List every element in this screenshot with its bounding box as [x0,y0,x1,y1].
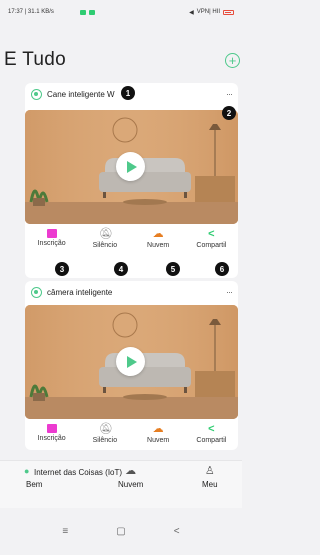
system-navigation: ≡ ▢ < [0,508,242,555]
nav-item-nuvem[interactable]: ☁ Nuvem [118,465,143,489]
bell-mute-icon: 🔕︎ [98,423,113,435]
device-name[interactable]: câmera inteligente [47,288,226,297]
subscription-action[interactable]: Inscrição [25,224,78,254]
cloud-action[interactable]: ☁ Nuvem [132,224,185,254]
camera-preview[interactable] [25,305,238,419]
marker-3: 3 [55,262,69,276]
action-label: Compartil [196,242,227,249]
bell-mute-icon: 🔕︎ [98,228,113,240]
more-options-button[interactable]: ··· [226,89,233,99]
subscription-action[interactable]: Inscrição [25,419,78,449]
person-icon: ♙ [204,465,215,477]
marker-5: 5 [166,262,180,276]
action-label: Silêncio [92,437,118,444]
share-icon: < [208,228,215,240]
plus-circle-icon: + [228,52,237,68]
notification-icons [80,9,95,15]
device-card[interactable]: câmera inteligente ··· Inscrição 🔕︎ Silê… [25,281,238,450]
card-header: câmera inteligente ··· [25,281,238,303]
marker-4: 4 [114,262,128,276]
page-title: E Tudo [4,49,67,70]
share-icon: < [208,423,215,435]
play-button[interactable] [116,347,145,376]
play-button[interactable] [116,152,145,181]
mute-action[interactable]: 🔕︎ Silêncio [78,224,131,254]
status-right: ◀ VPN| HII [189,9,234,16]
subscription-icon [46,424,57,433]
cloud-icon: ☁ [125,465,137,477]
camera-preview[interactable] [25,110,238,224]
card-actions: Inscrição 🔕︎ Silêncio ☁ Nuvem < Comparti… [25,224,238,254]
nav-label-bem: Bem [26,480,43,489]
share-action[interactable]: < Compartil [185,224,238,254]
location-icon: ◀ [189,9,194,16]
subscription-icon [46,229,57,238]
battery-icon [223,9,234,15]
menu-icon[interactable]: ≡ [62,526,68,537]
more-options-button[interactable]: ··· [226,287,233,297]
mute-action[interactable]: 🔕︎ Silêncio [78,419,131,449]
cloud-icon: ☁ [152,228,164,240]
marker-6: 6 [215,262,229,276]
device-name[interactable]: Cane inteligente W [47,90,226,99]
device-card[interactable]: Cane inteligente W ··· Inscrição 🔕︎ Silê… [25,83,238,278]
action-label: Nuvem [147,242,170,249]
back-icon[interactable]: < [174,526,180,537]
nav-label-nuvem: Nuvem [118,480,144,489]
action-label: Inscrição [37,240,66,247]
cloud-icon: ☁ [152,423,164,435]
nav-item-bem[interactable]: ● Internet das Coisas (IoT) Bem [24,465,122,489]
card-actions: Inscrição 🔕︎ Silêncio ☁ Nuvem < Comparti… [25,419,238,449]
app-notification-icon [89,9,95,15]
action-label: Silêncio [92,242,118,249]
add-device-button[interactable]: + [225,52,240,68]
action-label: Inscrição [37,435,66,442]
bottom-navigation: ● Internet das Coisas (IoT) Bem ☁ Nuvem … [0,460,242,508]
nav-item-meu[interactable]: ♙ Meu [202,465,218,489]
marker-1: 1 [121,86,135,100]
nav-iot-label: Internet das Coisas (IoT) [34,468,123,477]
cloud-action[interactable]: ☁ Nuvem [132,419,185,449]
home-square-icon[interactable]: ▢ [116,526,125,537]
network-status: VPN| HII [196,9,220,15]
status-time: 17:37 | 31.1 KB/s [8,9,54,15]
camera-icon [31,286,42,298]
share-action[interactable]: < Compartil [185,419,238,449]
page-header: E Tudo + [0,46,242,74]
status-bar: 17:37 | 31.1 KB/s ◀ VPN| HII [0,0,242,24]
app-notification-icon [80,9,86,15]
nav-label-meu: Meu [202,480,218,489]
action-label: Compartil [196,437,227,444]
camera-icon [31,88,42,100]
action-label: Nuvem [147,437,170,444]
home-icon: ● [24,466,30,476]
marker-2: 2 [222,106,236,120]
